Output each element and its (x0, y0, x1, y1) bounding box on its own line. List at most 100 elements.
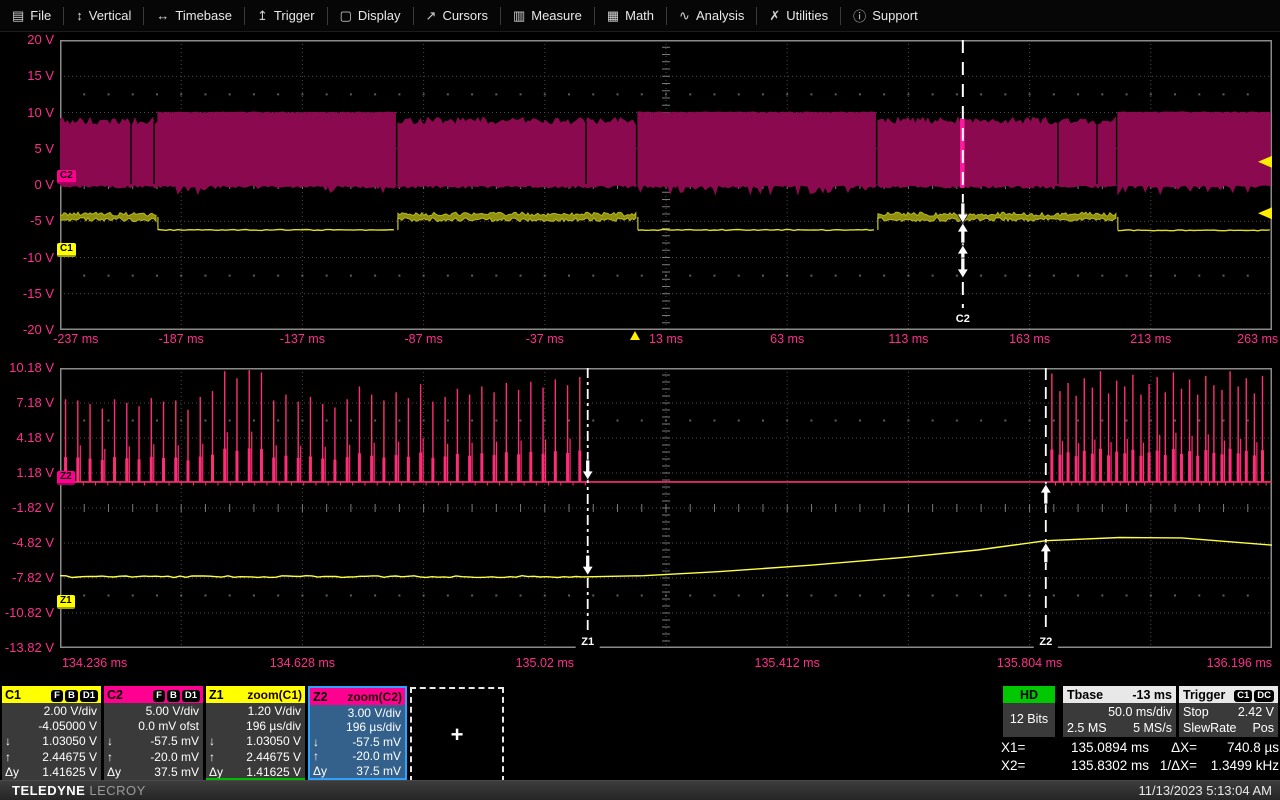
trace-descriptor-z2[interactable]: Z2zoom(C2)3.00 V/div196 µs/div↓-57.5 mV↑… (308, 686, 407, 780)
descriptor-value: 1.41625 V (25, 765, 101, 779)
descriptor-rows: 3.00 V/div196 µs/div↓-57.5 mV↑-20.0 mVΔy… (310, 705, 405, 778)
y-tick-label: 15 V (0, 69, 54, 83)
dx-value: 740.8 µs (1203, 740, 1279, 755)
descriptor-row: 196 µs/div (206, 719, 305, 733)
trigger-level: 2.42 V (1238, 704, 1274, 720)
cursor-glyph: Δy (310, 764, 333, 778)
vertical-icon: ↕ (76, 8, 83, 23)
cursor-glyph: ↑ (206, 750, 229, 764)
svg-text:C2: C2 (956, 313, 970, 325)
descriptor-header: Z2 zoom(C2) (310, 688, 405, 705)
cursor-glyph: Δy (206, 765, 229, 779)
brand-lecroy: LECROY (89, 783, 145, 798)
descriptor-row: ↓1.03050 V (2, 734, 101, 748)
x-tick-label: -137 ms (280, 332, 325, 346)
menu-item-support[interactable]: ⓘSupport (841, 0, 930, 31)
svg-text:Z2: Z2 (1039, 636, 1052, 648)
x1-value: 135.0894 ms (1037, 740, 1149, 755)
descriptor-value: 1.03050 V (229, 734, 305, 748)
menu-item-trigger[interactable]: ↥Trigger (245, 0, 327, 31)
descriptor-rows: 1.20 V/div196 µs/div↓1.03050 V↑2.44675 V… (206, 703, 305, 780)
y-tick-label: 1.18 V (0, 466, 54, 480)
trace-descriptor-z1[interactable]: Z1zoom(C1)1.20 V/div196 µs/div↓1.03050 V… (206, 686, 305, 780)
trace-descriptor-c2[interactable]: C2FBD15.00 V/div0.0 mV ofst↓-57.5 mV↑-20… (104, 686, 203, 780)
channel-badge-z2[interactable]: Z2 (57, 471, 75, 485)
zoom-grid-plot: Z1 Z2 (60, 368, 1272, 648)
hd-bits: 12 Bits (1003, 703, 1055, 728)
trigger-slope: Pos (1252, 720, 1274, 736)
file-icon: ▤ (12, 8, 24, 24)
channel-badge-c1[interactable]: C1 (57, 243, 76, 257)
descriptor-row: 1.20 V/div (206, 704, 305, 718)
channel-badge-c2[interactable]: C2 (57, 170, 76, 184)
plus-icon: + (451, 722, 464, 748)
add-trace-box[interactable]: + (410, 687, 504, 782)
descriptor-value: 37.5 mV (127, 765, 203, 779)
descriptor-header-right: FBD1 (49, 687, 98, 702)
x-tick-label: 134.628 ms (270, 656, 335, 670)
descriptor-value: 37.5 mV (333, 764, 405, 778)
dx-label: ΔX= (1149, 740, 1203, 755)
menu-item-math[interactable]: ▦Math (595, 0, 666, 31)
y-tick-label: 10.18 V (0, 361, 54, 375)
axis-start-arrow: ← (61, 653, 72, 664)
x-tick-label: 13 ms (649, 332, 683, 346)
x-tick-label: 213 ms (1130, 332, 1171, 346)
descriptor-value: -20.0 mV (127, 750, 203, 764)
trace-descriptor-c1[interactable]: C1 FBD1 2.00 V/div-4.05000 V↓1.03050 V ↑2.4… (2, 686, 101, 780)
descriptor-value: 1.03050 V (25, 734, 101, 748)
descriptor-title: C1 (5, 688, 21, 702)
descriptor-badge-f: F (153, 690, 165, 702)
svg-text:Z1: Z1 (581, 636, 594, 648)
menu-item-cursors[interactable]: ↗Cursors (414, 0, 500, 31)
menu-item-timebase[interactable]: ↔ Timebase (144, 0, 244, 31)
timebase-icon: ↔ (156, 8, 169, 23)
descriptor-title: Z1 (209, 688, 224, 702)
x-tick-label: 263 ms (1237, 332, 1278, 346)
menu-item-display[interactable]: ▢Display (328, 0, 413, 31)
descriptor-row: 3.00 V/div (310, 706, 405, 720)
cursor-readout: X1= 135.0894 ms ΔX= 740.8 µs X2= 135.830… (1001, 738, 1279, 774)
descriptor-row: ↓-57.5 mV (310, 735, 405, 749)
x-tick-label: 135.02 ms (516, 656, 574, 670)
menu-item-vertical[interactable]: ↕ Vertical (64, 0, 143, 31)
y-tick-label: -7.82 V (0, 571, 54, 585)
descriptor-value: -4.05000 V (25, 719, 101, 733)
hd-box[interactable]: HD 12 Bits (1003, 686, 1055, 737)
menu-item-measure[interactable]: ▥Measure (501, 0, 594, 31)
descriptor-rows: 5.00 V/div0.0 mV ofst↓-57.5 mV↑-20.0 mVΔ… (104, 703, 203, 780)
x-tick-label: 113 ms (888, 332, 928, 346)
descriptor-title: Z2 (313, 690, 328, 704)
menu-item-label: Timebase (175, 8, 232, 23)
descriptor-zoom-label: zoom(C2) (347, 690, 402, 704)
x2-label: X2= (1001, 758, 1037, 773)
timebase-rate: 5 MS/s (1133, 720, 1172, 736)
menu-item-analysis[interactable]: ∿Analysis (667, 0, 756, 31)
trigger-time-marker[interactable] (630, 331, 640, 340)
descriptor-value: 2.00 V/div (25, 704, 101, 718)
channel-badge-z1[interactable]: Z1 (57, 595, 75, 609)
descriptor-row: 2.00 V/div (2, 704, 101, 718)
y-tick-label: 7.18 V (0, 396, 54, 410)
oscilloscope-app: ▤File ↕ Vertical ↔ Timebase ↥Trigger▢Display↗… (0, 0, 1280, 800)
menu-item-label: Vertical (89, 8, 132, 23)
descriptor-value: 196 µs/div (333, 720, 405, 734)
descriptor-row: ↑-20.0 mV (104, 750, 203, 764)
inv-dx-value: 1.3499 kHz (1203, 758, 1279, 773)
timebase-box[interactable]: Tbase -13 ms 50.0 ms/div 2.5 MS 5 MS/s (1063, 686, 1176, 737)
descriptor-value: 3.00 V/div (333, 706, 405, 720)
y-tick-label: 4.18 V (0, 431, 54, 445)
x-tick-label: -37 ms (526, 332, 564, 346)
cursor-glyph: ↑ (310, 749, 333, 763)
trigger-box[interactable]: Trigger C1DC Stop 2.42 V SlewRate Pos (1179, 686, 1278, 737)
descriptor-value: 2.44675 V (229, 750, 305, 764)
menu-item-file[interactable]: ▤File (0, 0, 63, 31)
y-tick-label: -15 V (0, 287, 54, 301)
trigger-badge-c1: C1 (1234, 690, 1252, 702)
y-tick-label: -1.82 V (0, 501, 54, 515)
descriptor-value: 2.44675 V (25, 750, 101, 764)
descriptor-row: ↑2.44675 V (2, 750, 101, 764)
descriptor-value: 1.20 V/div (229, 704, 305, 718)
cursor-glyph: Δy (2, 765, 25, 779)
menu-item-utilities[interactable]: ✗Utilities (757, 0, 840, 31)
